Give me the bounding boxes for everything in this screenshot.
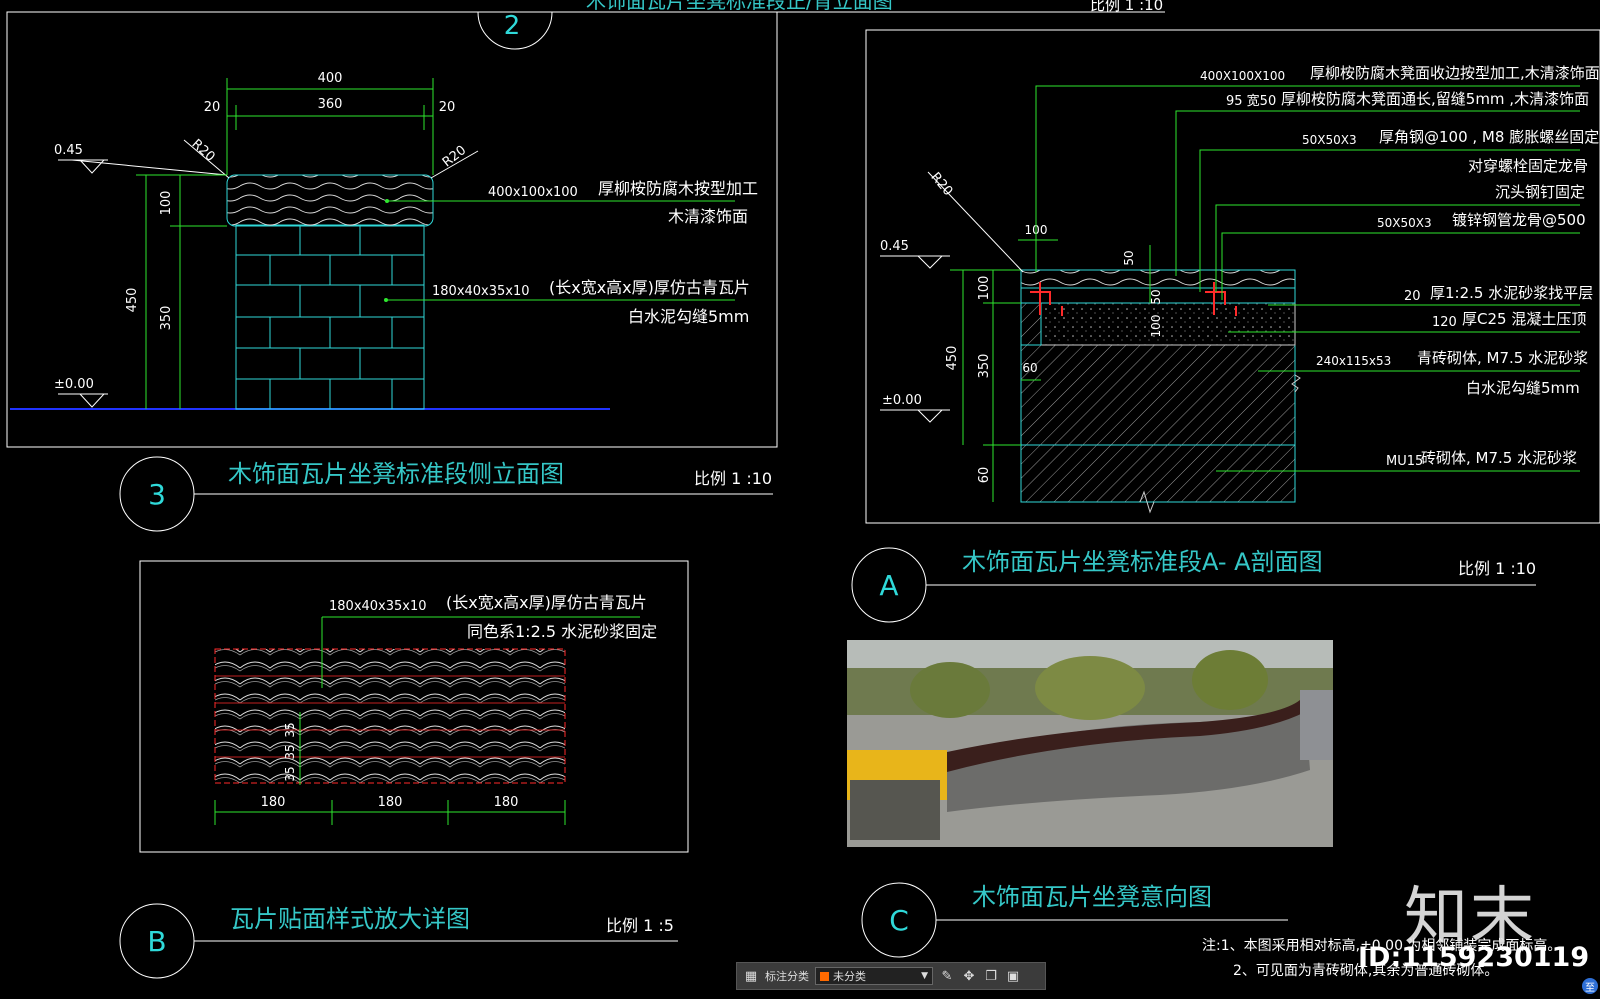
category-label: 标注分类 <box>765 970 809 983</box>
move-icon[interactable]: ✥ <box>961 968 977 984</box>
label-7-desc: 厚C25 混凝土压顶 <box>1462 310 1586 328</box>
label-7-spec: 120 <box>1432 315 1457 330</box>
radius-left: R20 <box>189 137 218 165</box>
dim-50b: 50 <box>1149 289 1163 304</box>
dim-100b: 100 <box>1149 315 1163 338</box>
corner-badge[interactable]: 至 <box>1582 978 1598 994</box>
reference-photo <box>847 640 1333 847</box>
category-select[interactable]: 未分类 ▼ <box>815 967 933 985</box>
dim-35-3: 35 <box>283 766 297 781</box>
dim-100: 100 <box>159 191 174 216</box>
level-zero: ±0.00 <box>882 393 922 408</box>
tile-spec: 180x40x35x10 <box>329 599 427 614</box>
dim-450: 450 <box>125 288 140 313</box>
tile-desc1: (长x宽x高x厚)厚仿古青瓦片 <box>549 278 750 297</box>
dim-180-2: 180 <box>378 795 403 810</box>
label-6-spec: 20 <box>1404 289 1421 304</box>
tile-desc1: (长x宽x高x厚)厚仿古青瓦片 <box>446 593 647 612</box>
panelC-title: 木饰面瓦片坐凳意向图 <box>972 883 1212 911</box>
label-5-desc: 镀锌钢管龙骨@500 <box>1452 211 1586 229</box>
dim-20-right: 20 <box>439 100 456 115</box>
panelB-title: 瓦片贴面样式放大详图 <box>230 905 470 933</box>
concrete-coping <box>1040 302 1296 346</box>
index-circle-3-label: 3 <box>148 478 166 511</box>
index-circle-b-label: B <box>147 925 166 958</box>
level-top: 0.45 <box>54 143 83 158</box>
tile-spec: 180x40x35x10 <box>432 284 530 299</box>
label-1-desc: 厚柳桉防腐木凳面通长,留缝5mm ,木清漆饰面 <box>1281 90 1589 108</box>
watermark-id: ID:1159230119 <box>1358 942 1590 973</box>
dim-450: 450 <box>945 346 960 371</box>
tile-desc2: 白水泥勾缝5mm <box>628 307 749 326</box>
dim-350: 350 <box>159 306 174 331</box>
leader-dot <box>384 298 388 302</box>
label-8-desc: 青砖砌体, M7.5 水泥砂浆 <box>1417 349 1588 367</box>
index-circle-c-label: C <box>889 904 909 937</box>
side-dimension-lines <box>136 174 227 409</box>
dim-35-2: 35 <box>283 744 297 759</box>
edit-icon[interactable]: ✎ <box>939 968 955 984</box>
dim-50a: 50 <box>1122 250 1136 265</box>
label-9-desc: 白水泥勾缝5mm <box>1466 379 1580 397</box>
cap-desc2: 木清漆饰面 <box>668 207 748 226</box>
label-4-desc: 沉头钢钉固定 <box>1495 183 1585 201</box>
dim-60: 60 <box>977 467 992 484</box>
index-circle-a-label: A <box>879 569 898 602</box>
cap-desc1: 厚柳桉防腐木按型加工 <box>598 179 758 198</box>
panel2-title-partial: 木饰面瓦片坐凳标准段正/背立面图 <box>586 0 893 13</box>
grid-icon[interactable]: ▦ <box>743 968 759 984</box>
dim-180-3: 180 <box>494 795 519 810</box>
label-10-desc: 砖砌体, M7.5 水泥砂浆 <box>1421 449 1577 467</box>
index-circle-2-label: 2 <box>504 11 521 41</box>
paste-icon[interactable]: ▣ <box>1005 968 1021 984</box>
copy-icon[interactable]: ❐ <box>983 968 999 984</box>
level-markers <box>58 159 228 408</box>
wood-seat <box>1020 269 1296 289</box>
brick-edge <box>1020 302 1042 346</box>
panel-tile-detail: 180x40x35x10 (长x宽x高x厚)厚仿古青瓦片 同色系1:2.5 水泥… <box>119 560 689 979</box>
dim-100: 100 <box>977 276 992 301</box>
top-dimension-lines <box>226 78 434 175</box>
dim-20-left: 20 <box>204 100 221 115</box>
cap-spec: 400x100x100 <box>488 185 578 200</box>
panel3-scale: 比例 1 :10 <box>694 469 772 488</box>
color-swatch <box>820 971 829 981</box>
dim-w60: 60 <box>1022 361 1037 375</box>
dim-35-1: 35 <box>283 722 297 737</box>
panel3-title: 木饰面瓦片坐凳标准段侧立面图 <box>228 460 564 488</box>
panel-section-a: 0.45 ±0.00 450 100 350 60 100 60 50 50 1… <box>851 29 1600 623</box>
brick-masonry <box>1020 344 1296 503</box>
label-10-spec: MU15 <box>1386 454 1423 469</box>
leader-dot <box>385 199 389 203</box>
radius: R20 <box>927 170 955 199</box>
brick-coursing <box>236 225 424 409</box>
dim-180-1: 180 <box>261 795 286 810</box>
label-0-spec: 400X100X100 <box>1200 69 1285 83</box>
annotation-toolbar: ▦ 标注分类 未分类 ▼ ✎ ✥ ❐ ▣ <box>736 962 1046 990</box>
chevron-down-icon: ▼ <box>921 971 928 981</box>
radius-right: R20 <box>440 143 469 171</box>
category-value: 未分类 <box>833 970 866 983</box>
cad-drawing-canvas[interactable]: 2 木饰面瓦片坐凳标准段正/背立面图 比例 1 :10 400 20 360 2… <box>0 0 1600 999</box>
label-5-spec: 50X50X3 <box>1377 216 1432 230</box>
panelB-scale: 比例 1 :5 <box>606 916 674 935</box>
dim-360: 360 <box>318 97 343 112</box>
level-top: 0.45 <box>880 239 909 254</box>
panelA-title: 木饰面瓦片坐凳标准段A- A剖面图 <box>962 548 1323 576</box>
dim-400: 400 <box>318 71 343 86</box>
panelA-scale: 比例 1 :10 <box>1458 559 1536 578</box>
label-6-desc: 厚1:2.5 水泥砂浆找平层 <box>1430 284 1593 302</box>
dim-350: 350 <box>977 354 992 379</box>
panel-side-elevation: 2 木饰面瓦片坐凳标准段正/背立面图 比例 1 :10 400 20 360 2… <box>6 0 1165 532</box>
label-3-desc: 对穿螺栓固定龙骨 <box>1468 157 1588 175</box>
level-zero: ±0.00 <box>54 377 94 392</box>
label-8-spec: 240x115x53 <box>1316 354 1391 368</box>
label-2-spec: 50X50X3 <box>1302 133 1357 147</box>
tile-desc2: 同色系1:2.5 水泥砂浆固定 <box>467 622 657 641</box>
tile-pattern <box>214 648 566 784</box>
label-0-desc: 厚柳桉防腐木凳面收边按型加工,木清漆饰面 <box>1310 64 1600 82</box>
label-1-spec: 95 宽50 <box>1226 93 1276 109</box>
label-2-desc: 厚角钢@100 , M8 膨胀螺丝固定 <box>1379 128 1599 146</box>
